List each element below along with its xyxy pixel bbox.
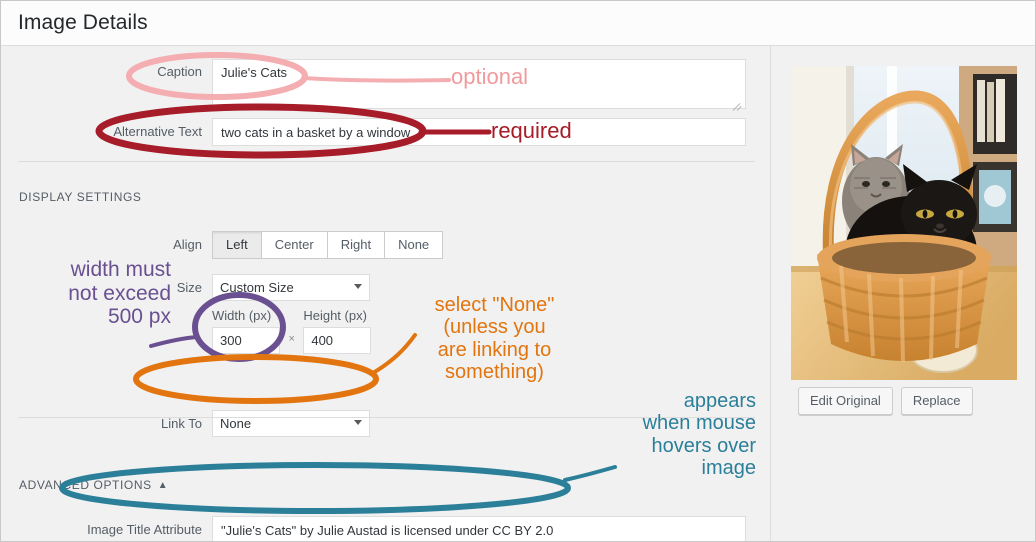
height-label: Height (px) xyxy=(303,308,367,323)
modal-header: Image Details xyxy=(1,1,1035,46)
size-select[interactable]: Custom Size xyxy=(212,274,370,301)
preview-panel: Edit Original Replace xyxy=(772,46,1035,541)
image-title-attribute-row: Image Title Attribute xyxy=(17,516,746,541)
alt-text-label: Alternative Text xyxy=(113,124,202,139)
align-center-button[interactable]: Center xyxy=(261,231,328,259)
dimension-separator: × xyxy=(288,333,295,345)
size-label: Size xyxy=(176,280,202,295)
alt-text-row: Alternative Text xyxy=(17,118,746,146)
align-left-button[interactable]: Left xyxy=(212,231,262,259)
align-none-button[interactable]: None xyxy=(385,231,444,259)
display-settings-heading: DISPLAY SETTINGS xyxy=(19,190,142,204)
advanced-options-label: ADVANCED OPTIONS xyxy=(19,478,152,492)
size-select-wrap: Custom Size xyxy=(212,274,370,301)
divider-top xyxy=(18,161,755,162)
preview-actions: Edit Original Replace xyxy=(798,387,973,415)
image-details-modal: Image Details Caption Alternative Text D… xyxy=(0,0,1036,542)
caret-up-icon: ▲ xyxy=(157,480,169,491)
width-input[interactable] xyxy=(212,327,280,354)
align-label: Align xyxy=(173,237,202,252)
align-right-button[interactable]: Right xyxy=(327,231,386,259)
alt-text-input[interactable] xyxy=(212,118,746,146)
caption-input[interactable] xyxy=(212,59,746,109)
dimensions-row: Width (px) × Height (px) xyxy=(212,308,372,354)
divider-bottom xyxy=(18,417,755,418)
width-field-group: Width (px) xyxy=(212,308,280,354)
edit-original-button[interactable]: Edit Original xyxy=(798,387,893,415)
link-to-row: Link To None xyxy=(17,410,370,438)
image-title-attribute-label: Image Title Attribute xyxy=(87,522,202,537)
cats-in-basket-photo xyxy=(791,66,1017,380)
display-settings-label: DISPLAY SETTINGS xyxy=(19,190,142,204)
caption-row: Caption xyxy=(17,59,746,114)
image-title-attribute-input[interactable] xyxy=(212,516,746,541)
image-preview xyxy=(791,66,1017,380)
page-title: Image Details xyxy=(18,11,148,34)
align-row: Align Left Center Right None xyxy=(17,231,444,259)
advanced-options-heading[interactable]: ADVANCED OPTIONS ▲ xyxy=(19,478,168,492)
caption-label: Caption xyxy=(157,64,202,79)
replace-button[interactable]: Replace xyxy=(900,387,973,415)
link-to-label: Link To xyxy=(161,416,202,431)
link-to-select-wrap: None xyxy=(212,410,370,437)
details-form-panel: Caption Alternative Text DISPLAY SETTING… xyxy=(1,46,771,541)
height-field-group: Height (px) xyxy=(303,308,372,354)
size-row: Size Custom Size xyxy=(17,274,370,302)
link-to-select[interactable]: None xyxy=(212,410,370,437)
width-label: Width (px) xyxy=(212,308,272,323)
height-input[interactable] xyxy=(303,327,372,354)
align-button-group: Left Center Right None xyxy=(212,231,444,259)
